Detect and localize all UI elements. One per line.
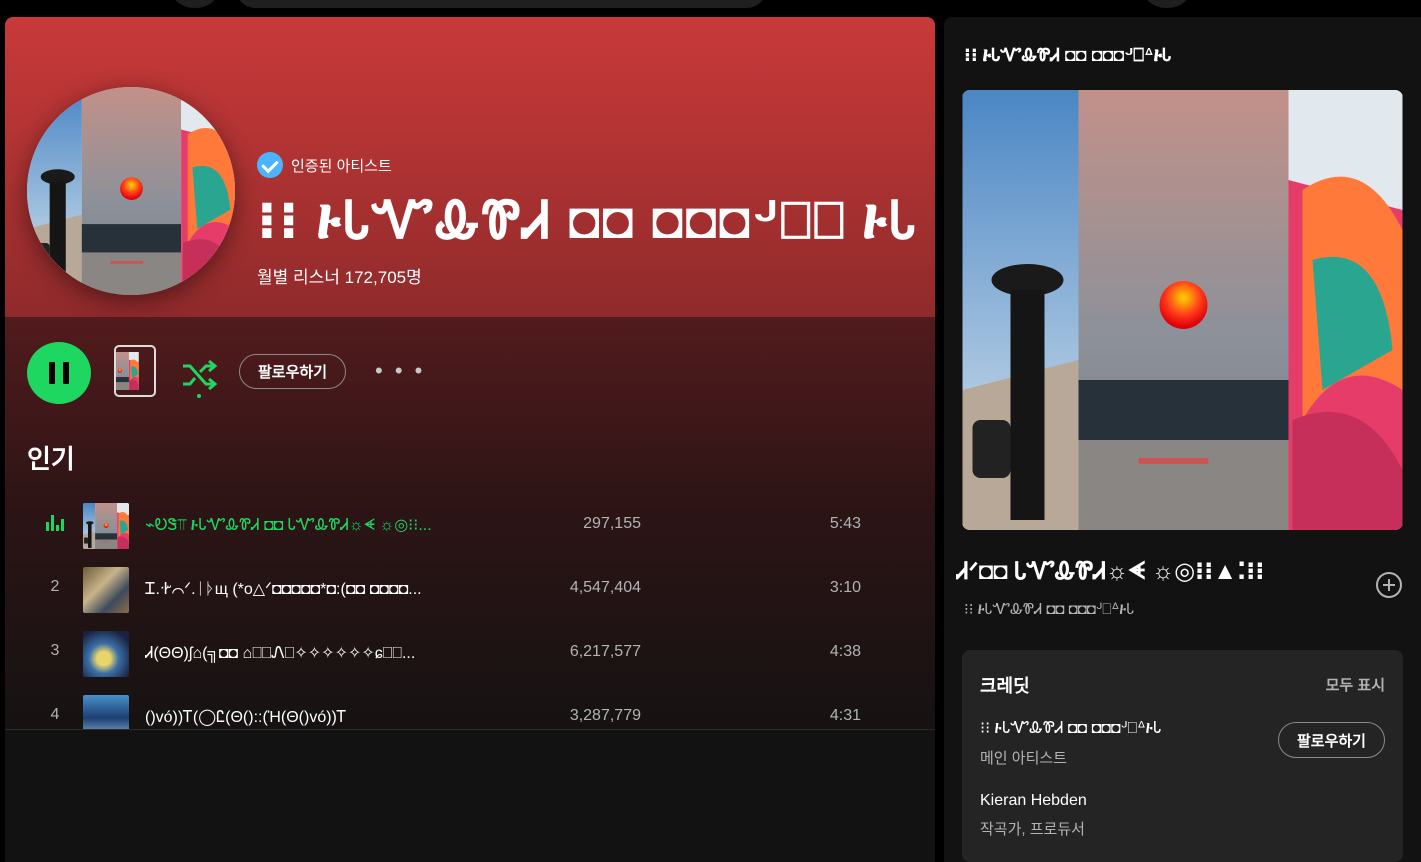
track-thumbnail	[83, 503, 129, 549]
artist-pick-thumb[interactable]	[114, 345, 156, 397]
track-duration: 4:31	[829, 707, 861, 724]
credit-entry: Kieran Hebden 작곡가, 프로듀서	[980, 792, 1385, 839]
action-bar: 팔로우하기 • • •	[27, 342, 907, 404]
now-playing-bar-area	[5, 729, 935, 862]
track-play-count: 297,155	[583, 515, 641, 532]
add-to-library-icon[interactable]	[1376, 572, 1402, 598]
artist-avatar	[27, 87, 235, 295]
monthly-listeners: 월별 리스너 172,705명	[257, 268, 422, 287]
top-bar	[0, 0, 1421, 16]
credits-title: 크레딧	[980, 676, 1030, 696]
artist-hero: 인증된 아티스트 ⁝⁝ ᎙ᏓᏉᎲᏈᏗ ◘◘ ◘◘◘ᒢ⎕⎕ ᎙Ꮣ 월별 리스너 1…	[5, 17, 935, 317]
track-title[interactable]: ()vó))Ꭲ(◯Ꮭ(Θ()::(Ἡ(Θ()vó))Ꭲ	[145, 707, 505, 727]
now-playing-header: ⁝⁝ ᎙ᏓᏉᎲᏈᏗ ◘◘ ◘◘◘ᒢ⎕ᐞ᎙Ꮣ	[964, 45, 1172, 65]
track-thumbnail	[83, 631, 129, 677]
track-title[interactable]: Ꮖ.ᐧᎨ⌒ᐟ.ᛁᚦщ (*ᴏ△ᐟ◘◘◘◘◘*◘:(◘◘ ◘◘◘◘...	[145, 579, 505, 599]
now-playing-panel: ⁝⁝ ᎙ᏓᏉᎲᏈᏗ ◘◘ ◘◘◘ᒢ⎕ᐞ᎙Ꮣ Ꮧᐟ◘◘ ᏓᏉᎲᏈᏗ☼ᗛ ☼◎⁝⁝▲…	[944, 17, 1421, 862]
track-duration: 5:43	[829, 515, 861, 532]
track-row[interactable]: ⌁ᎧᏕ⫪ ᎙ᏓᏉᎲᏈᏗ ◘◘ ᏓᏉᎲᏈᏗ☼ᗛ ☼◎⁝⁝... 297,155 5…	[5, 492, 935, 556]
credit-entry: ⁝⁝ ᎙ᏓᏉᎲᏈᏗ ◘◘ ◘◘◘ᒢ⎕ᐞ᎙Ꮣ 메인 아티스트 팔로우하기	[980, 718, 1385, 768]
track-duration: 4:38	[829, 643, 861, 660]
nav-back-button[interactable]	[172, 0, 218, 8]
verified-badge-icon	[257, 152, 283, 178]
search-bar[interactable]	[236, 0, 766, 8]
pause-icon-bar	[63, 362, 69, 384]
track-play-count: 4,547,404	[569, 579, 641, 596]
track-number: 3	[50, 642, 60, 659]
now-playing-cover-art	[962, 90, 1403, 530]
friend-activity-button[interactable]	[1144, 0, 1190, 8]
artist-page: 인증된 아티스트 ⁝⁝ ᎙ᏓᏉᎲᏈᏗ ◘◘ ◘◘◘ᒢ⎕⎕ ᎙Ꮣ 월별 리스너 1…	[5, 17, 935, 862]
track-thumbnail	[83, 567, 129, 613]
track-number: 4	[50, 706, 60, 723]
shuffle-icon[interactable]	[179, 354, 219, 398]
credit-follow-button[interactable]: 팔로우하기	[1277, 722, 1385, 758]
credits-show-all-link[interactable]: 모두 표시	[1326, 674, 1385, 695]
track-play-count: 6,217,577	[569, 643, 641, 660]
follow-button[interactable]: 팔로우하기	[239, 354, 347, 389]
popular-section-title: 인기	[27, 444, 75, 474]
track-play-count: 3,287,779	[569, 707, 641, 724]
credits-card: 크레딧 모두 표시 ⁝⁝ ᎙ᏓᏉᎲᏈᏗ ◘◘ ◘◘◘ᒢ⎕ᐞ᎙Ꮣ 메인 아티스트 …	[962, 650, 1403, 862]
now-playing-equalizer-icon	[46, 515, 64, 531]
credit-role: 작곡가, 프로듀서	[980, 821, 1085, 838]
verified-row: 인증된 아티스트	[257, 152, 392, 178]
now-playing-title[interactable]: Ꮧᐟ◘◘ ᏓᏉᎲᏈᏗ☼ᗛ ☼◎⁝⁝▲⁚⁝⁝	[956, 557, 1356, 586]
pause-button[interactable]	[27, 342, 91, 404]
track-title[interactable]: Ꮧ(ΘΘ)ʃ⌂(╗◘◘ ⌂⎕⎕Ꮑ⎕✧✧✧✧✧✧ɕ⎕⎕...	[145, 643, 505, 663]
track-row[interactable]: 3 Ꮧ(ΘΘ)ʃ⌂(╗◘◘ ⌂⎕⎕Ꮑ⎕✧✧✧✧✧✧ɕ⎕⎕... 6,217,57…	[5, 620, 935, 684]
track-row[interactable]: 2 Ꮖ.ᐧᎨ⌒ᐟ.ᛁᚦщ (*ᴏ△ᐟ◘◘◘◘◘*◘:(◘◘ ◘◘◘◘... 4,…	[5, 556, 935, 620]
pause-icon	[49, 362, 55, 384]
track-duration: 3:10	[829, 579, 861, 596]
now-playing-artist[interactable]: ⁝⁝ ᎙ᏓᏉᎲᏈᏗ ◘◘ ◘◘◘ᒢ⎕ᐞ᎙Ꮣ	[964, 599, 1134, 619]
track-title[interactable]: ⌁ᎧᏕ⫪ ᎙ᏓᏉᎲᏈᏗ ◘◘ ᏓᏉᎲᏈᏗ☼ᗛ ☼◎⁝⁝...	[145, 515, 505, 536]
track-number: 2	[50, 578, 60, 595]
verified-label: 인증된 아티스트	[291, 157, 392, 175]
artist-name: ⁝⁝ ᎙ᏓᏉᎲᏈᏗ ◘◘ ◘◘◘ᒢ⎕⎕ ᎙Ꮣ	[257, 192, 919, 250]
credit-name[interactable]: Kieran Hebden	[980, 792, 1385, 810]
more-options-button[interactable]: • • •	[375, 358, 425, 384]
